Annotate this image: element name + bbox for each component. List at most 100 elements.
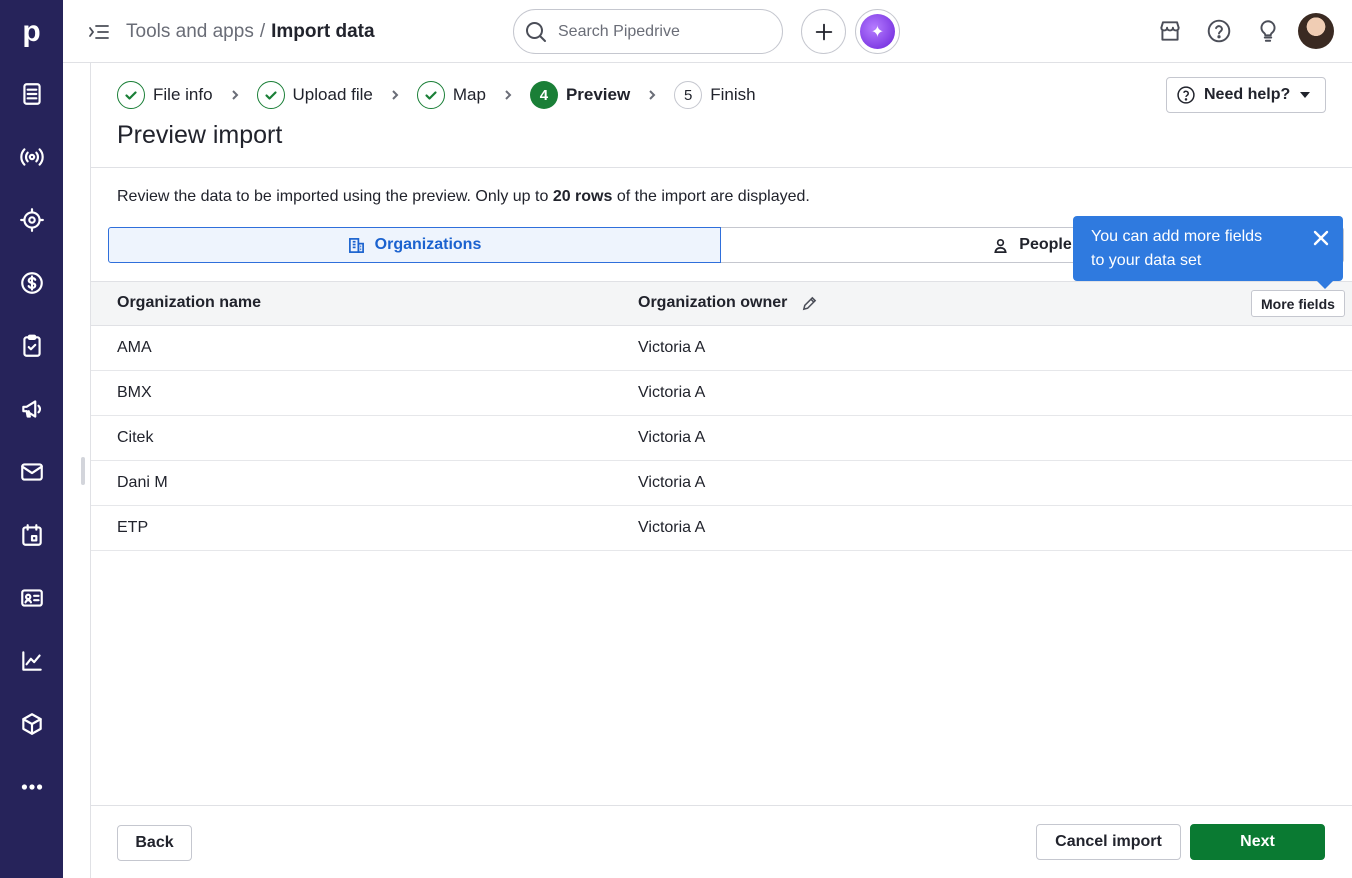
caret-down-icon bbox=[1300, 92, 1311, 98]
footer-bar: Back Cancel import Next bbox=[91, 805, 1352, 878]
need-help-button[interactable]: Need help? bbox=[1166, 77, 1326, 113]
step-label: File info bbox=[153, 85, 213, 104]
cancel-import-button[interactable]: Cancel import bbox=[1036, 824, 1181, 860]
insights-chart-icon[interactable] bbox=[0, 636, 63, 686]
user-avatar[interactable] bbox=[1298, 13, 1334, 49]
table-row: BMX Victoria A bbox=[91, 371, 1352, 416]
leads-inbox-icon[interactable] bbox=[0, 69, 63, 119]
check-circle-icon bbox=[256, 81, 285, 109]
products-box-icon[interactable] bbox=[0, 699, 63, 749]
sparkle-icon: ✦ bbox=[860, 14, 895, 49]
column-header: Organization name bbox=[117, 294, 261, 312]
close-icon[interactable] bbox=[1311, 228, 1331, 248]
step-upload-file: Upload file bbox=[256, 81, 373, 109]
breadcrumb-separator: / bbox=[259, 21, 266, 42]
cell-organization-name: AMA bbox=[117, 339, 152, 356]
step-number: 5 bbox=[674, 81, 703, 109]
table-row: Dani M Victoria A bbox=[91, 461, 1352, 506]
tooltip-arrow bbox=[1317, 281, 1333, 289]
table-row: ETP Victoria A bbox=[91, 506, 1352, 551]
description-highlight: 20 rows bbox=[552, 188, 613, 205]
chevron-right-icon bbox=[486, 89, 530, 101]
step-label: Upload file bbox=[292, 85, 373, 104]
column-header-label: Organization name bbox=[117, 294, 262, 311]
search-icon bbox=[526, 22, 546, 42]
tab-label: Organizations bbox=[374, 236, 482, 253]
ai-assistant-button[interactable]: ✦ bbox=[855, 9, 900, 54]
column-header-label: Organization owner bbox=[638, 294, 788, 311]
import-stepper: File info Upload file Map 4 Preview 5 Fi… bbox=[117, 80, 756, 110]
chevron-right-icon bbox=[373, 89, 417, 101]
campaigns-megaphone-icon[interactable] bbox=[0, 384, 63, 434]
building-icon bbox=[348, 237, 364, 253]
tab-organizations[interactable]: Organizations bbox=[108, 227, 721, 263]
step-label: Map bbox=[452, 85, 486, 104]
import-panel: File info Upload file Map 4 Preview 5 Fi… bbox=[90, 63, 1352, 878]
need-help-label: Need help? bbox=[1204, 86, 1291, 103]
table-row: Citek Victoria A bbox=[91, 416, 1352, 461]
target-icon[interactable] bbox=[0, 195, 63, 245]
plus-icon bbox=[815, 23, 832, 40]
back-button[interactable]: Back bbox=[117, 825, 192, 861]
preview-table: Organization name Organization owner Mor… bbox=[91, 281, 1352, 551]
menu-toggle-icon[interactable] bbox=[87, 20, 111, 44]
cell-organization-name: Dani M bbox=[117, 474, 168, 491]
step-map: Map bbox=[416, 81, 486, 109]
breadcrumb-parent[interactable]: Tools and apps bbox=[126, 21, 254, 42]
mail-icon[interactable] bbox=[0, 447, 63, 497]
content-area: File info Upload file Map 4 Preview 5 Fi… bbox=[63, 63, 1352, 878]
cell-organization-owner: Victoria A bbox=[638, 339, 706, 356]
broadcast-icon[interactable] bbox=[0, 132, 63, 182]
preview-description: Review the data to be imported using the… bbox=[117, 188, 810, 206]
cell-organization-name: BMX bbox=[117, 384, 152, 401]
table-header: Organization name Organization owner Mor… bbox=[91, 281, 1352, 326]
person-icon bbox=[994, 238, 1007, 253]
edit-pencil-icon[interactable] bbox=[801, 295, 818, 312]
step-finish: 5 Finish bbox=[674, 81, 756, 109]
cell-organization-name: ETP bbox=[117, 519, 149, 536]
description-text: Review the data to be imported using the… bbox=[117, 188, 553, 205]
calendar-icon[interactable] bbox=[0, 510, 63, 560]
top-bar: Tools and apps/Import data ✦ bbox=[63, 0, 1352, 63]
table-row: AMA Victoria A bbox=[91, 326, 1352, 371]
page-title: Preview import bbox=[117, 121, 283, 149]
deals-dollar-icon[interactable] bbox=[0, 258, 63, 308]
lightbulb-icon[interactable] bbox=[1255, 18, 1281, 44]
cell-organization-owner: Victoria A bbox=[638, 429, 706, 446]
cell-organization-owner: Victoria A bbox=[638, 474, 706, 491]
search-input[interactable] bbox=[558, 20, 768, 44]
tooltip-text-line2: to your data set bbox=[1091, 252, 1202, 269]
breadcrumb: Tools and apps / Import data bbox=[126, 20, 375, 44]
next-button[interactable]: Next bbox=[1190, 824, 1325, 860]
step-preview: 4 Preview bbox=[529, 81, 631, 109]
pipedrive-logo[interactable]: p bbox=[0, 0, 63, 63]
cell-organization-name: Citek bbox=[117, 429, 154, 446]
step-number: 4 bbox=[529, 81, 558, 109]
contacts-card-icon[interactable] bbox=[0, 573, 63, 623]
cell-organization-owner: Victoria A bbox=[638, 384, 706, 401]
left-navigation-rail: p bbox=[0, 0, 63, 878]
help-question-icon[interactable] bbox=[1206, 18, 1232, 44]
search-box[interactable] bbox=[513, 9, 783, 54]
help-circle-icon bbox=[1177, 86, 1195, 104]
divider bbox=[91, 167, 1352, 168]
step-label: Finish bbox=[710, 85, 756, 104]
sidebar-resize-handle[interactable] bbox=[81, 457, 85, 485]
chevron-right-icon bbox=[213, 89, 257, 101]
activities-clipboard-icon[interactable] bbox=[0, 321, 63, 371]
tab-label: People bbox=[1019, 236, 1072, 253]
step-label: Preview bbox=[565, 85, 631, 104]
check-circle-icon bbox=[117, 81, 145, 109]
check-circle-icon bbox=[416, 81, 445, 109]
add-button[interactable] bbox=[801, 9, 846, 54]
marketplace-icon[interactable] bbox=[1157, 18, 1183, 44]
more-dots-icon[interactable] bbox=[0, 762, 63, 812]
step-file-info: File info bbox=[117, 81, 213, 109]
more-fields-button[interactable]: More fields bbox=[1251, 290, 1345, 317]
more-fields-tooltip: You can add more fields to your data set bbox=[1073, 216, 1343, 289]
description-text-end: of the import are displayed. bbox=[612, 188, 810, 205]
chevron-right-icon bbox=[630, 89, 674, 101]
cell-organization-owner: Victoria A bbox=[638, 519, 706, 536]
breadcrumb-current: Import data bbox=[271, 21, 375, 42]
tooltip-text-line1: You can add more fields bbox=[1091, 228, 1263, 245]
